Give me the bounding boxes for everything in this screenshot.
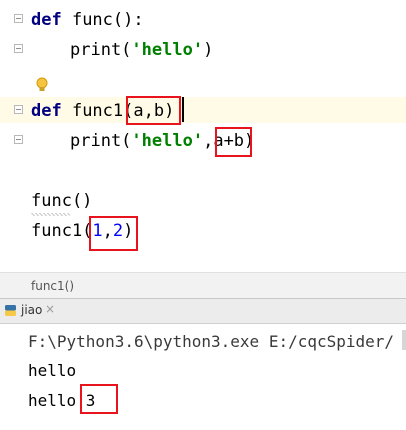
lightbulb-icon[interactable]	[36, 77, 48, 93]
fold-end-icon[interactable]	[14, 44, 23, 53]
breadcrumb: func1()	[0, 272, 406, 298]
console-command-line: F:\Python3.6\python3.exe E:/cqcSpider/	[28, 332, 395, 351]
console-output-line: hello	[28, 361, 77, 380]
result-annotation-box	[80, 384, 118, 414]
run-tab-bar: jiao ×	[0, 298, 406, 324]
params-annotation-box	[126, 96, 181, 125]
breadcrumb-item[interactable]: func1()	[31, 279, 74, 293]
run-tab-jiao[interactable]: jiao ×	[0, 299, 60, 323]
run-console[interactable]: F:\Python3.6\python3.exe E:/cqcSpider/ h…	[0, 324, 406, 430]
warning-squiggle	[31, 213, 70, 216]
python-file-icon	[5, 305, 16, 316]
text-caret	[182, 97, 184, 122]
code-line-2: print('hello')	[70, 40, 214, 60]
code-line-7: func()	[31, 191, 93, 211]
code-line-1: def func():	[31, 10, 144, 30]
code-editor[interactable]: def func(): print('hello') def func1(a,b…	[0, 0, 406, 272]
console-scrollbar[interactable]	[402, 330, 406, 350]
args-annotation-box	[89, 216, 138, 251]
close-icon[interactable]: ×	[45, 302, 55, 316]
fold-end-icon[interactable]	[14, 135, 23, 144]
sum-annotation-box	[215, 127, 252, 157]
fold-marker-icon[interactable]	[14, 14, 23, 23]
fold-marker-icon[interactable]	[14, 105, 23, 114]
run-tab-label: jiao	[21, 303, 43, 317]
